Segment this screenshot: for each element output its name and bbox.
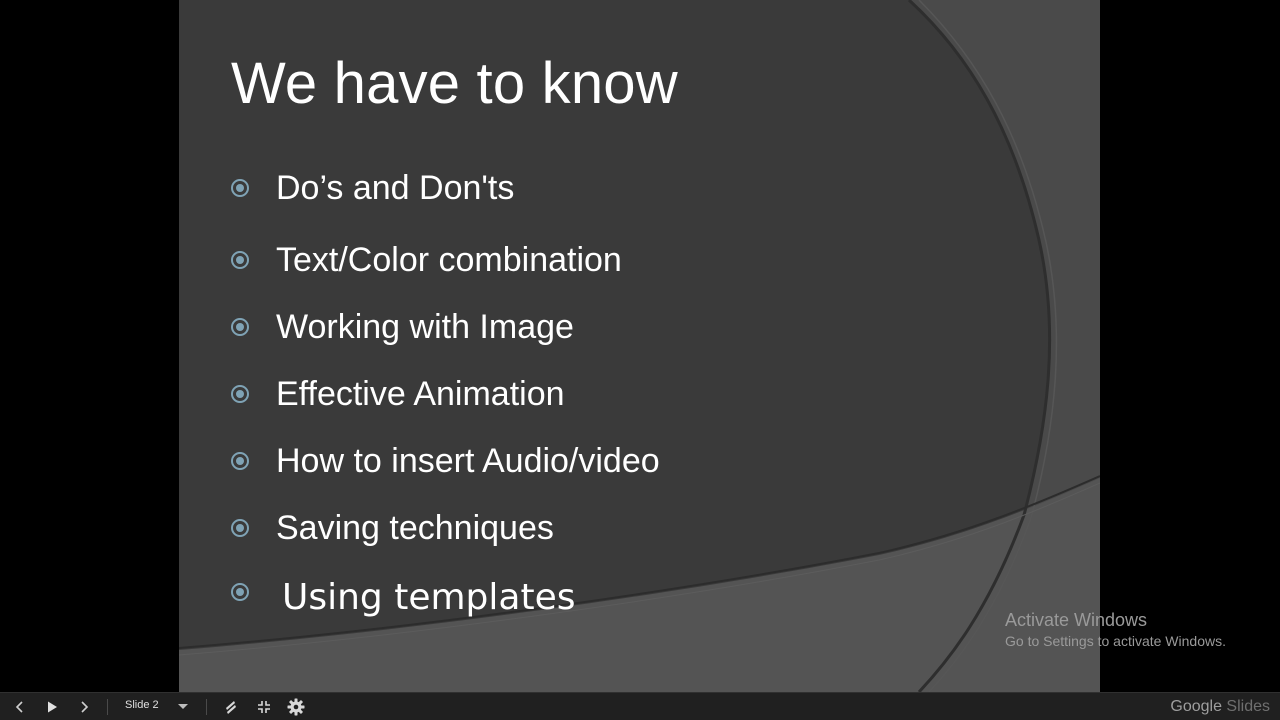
slide-title: We have to know <box>231 51 678 116</box>
bullet-text: Effective Animation <box>276 375 565 413</box>
exit-fullscreen-icon <box>258 700 270 713</box>
activate-windows-title: Activate Windows <box>1005 610 1148 630</box>
presentation-stage: We have to know Do’s and Don'ts Text/Col… <box>0 0 1280 692</box>
current-slide-label: Slide 2 <box>125 699 159 711</box>
toolbar-divider <box>206 699 207 715</box>
activate-windows-watermark: Activate Windows Go to Settings to activ… <box>1005 610 1226 649</box>
slide-selector-dropdown[interactable]: Slide 2 <box>116 693 196 720</box>
brand-slides: Slides <box>1226 698 1270 715</box>
previous-slide-button[interactable] <box>7 693 33 720</box>
exit-fullscreen-button[interactable] <box>251 693 277 720</box>
bullet-text: Working with Image <box>276 308 574 346</box>
target-bullet-icon <box>231 519 249 537</box>
google-slides-logo: Google Slides <box>1170 698 1270 716</box>
laser-pointer-button[interactable] <box>218 693 244 720</box>
target-bullet-icon <box>231 452 249 470</box>
next-slide-button[interactable] <box>71 693 97 720</box>
target-bullet-icon <box>231 583 249 601</box>
bullet-text: Do’s and Don'ts <box>276 169 515 207</box>
play-button[interactable] <box>39 693 65 720</box>
slide-canvas[interactable]: We have to know Do’s and Don'ts Text/Col… <box>179 0 1100 692</box>
activate-windows-subtitle: Go to Settings to activate Windows. <box>1005 633 1226 649</box>
gear-icon <box>287 698 305 715</box>
laser-pointer-icon <box>226 700 236 714</box>
target-bullet-icon <box>231 318 249 336</box>
chevron-right-icon <box>81 700 89 713</box>
target-bullet-icon <box>231 179 249 197</box>
bullet-text: Saving techniques <box>276 509 554 547</box>
play-icon <box>48 701 57 712</box>
target-bullet-icon <box>231 385 249 403</box>
brand-google: Google <box>1170 698 1222 715</box>
chevron-down-icon <box>178 704 188 709</box>
settings-button[interactable] <box>283 693 309 720</box>
bullet-text: Text/Color combination <box>276 241 622 279</box>
bullet-text: Using templates <box>282 577 576 618</box>
presenter-toolbar: Slide 2 Google Slides <box>0 692 1280 720</box>
target-bullet-icon <box>231 251 249 269</box>
chevron-left-icon <box>15 700 23 713</box>
toolbar-divider <box>107 699 108 715</box>
bullet-text: How to insert Audio/video <box>276 442 660 480</box>
